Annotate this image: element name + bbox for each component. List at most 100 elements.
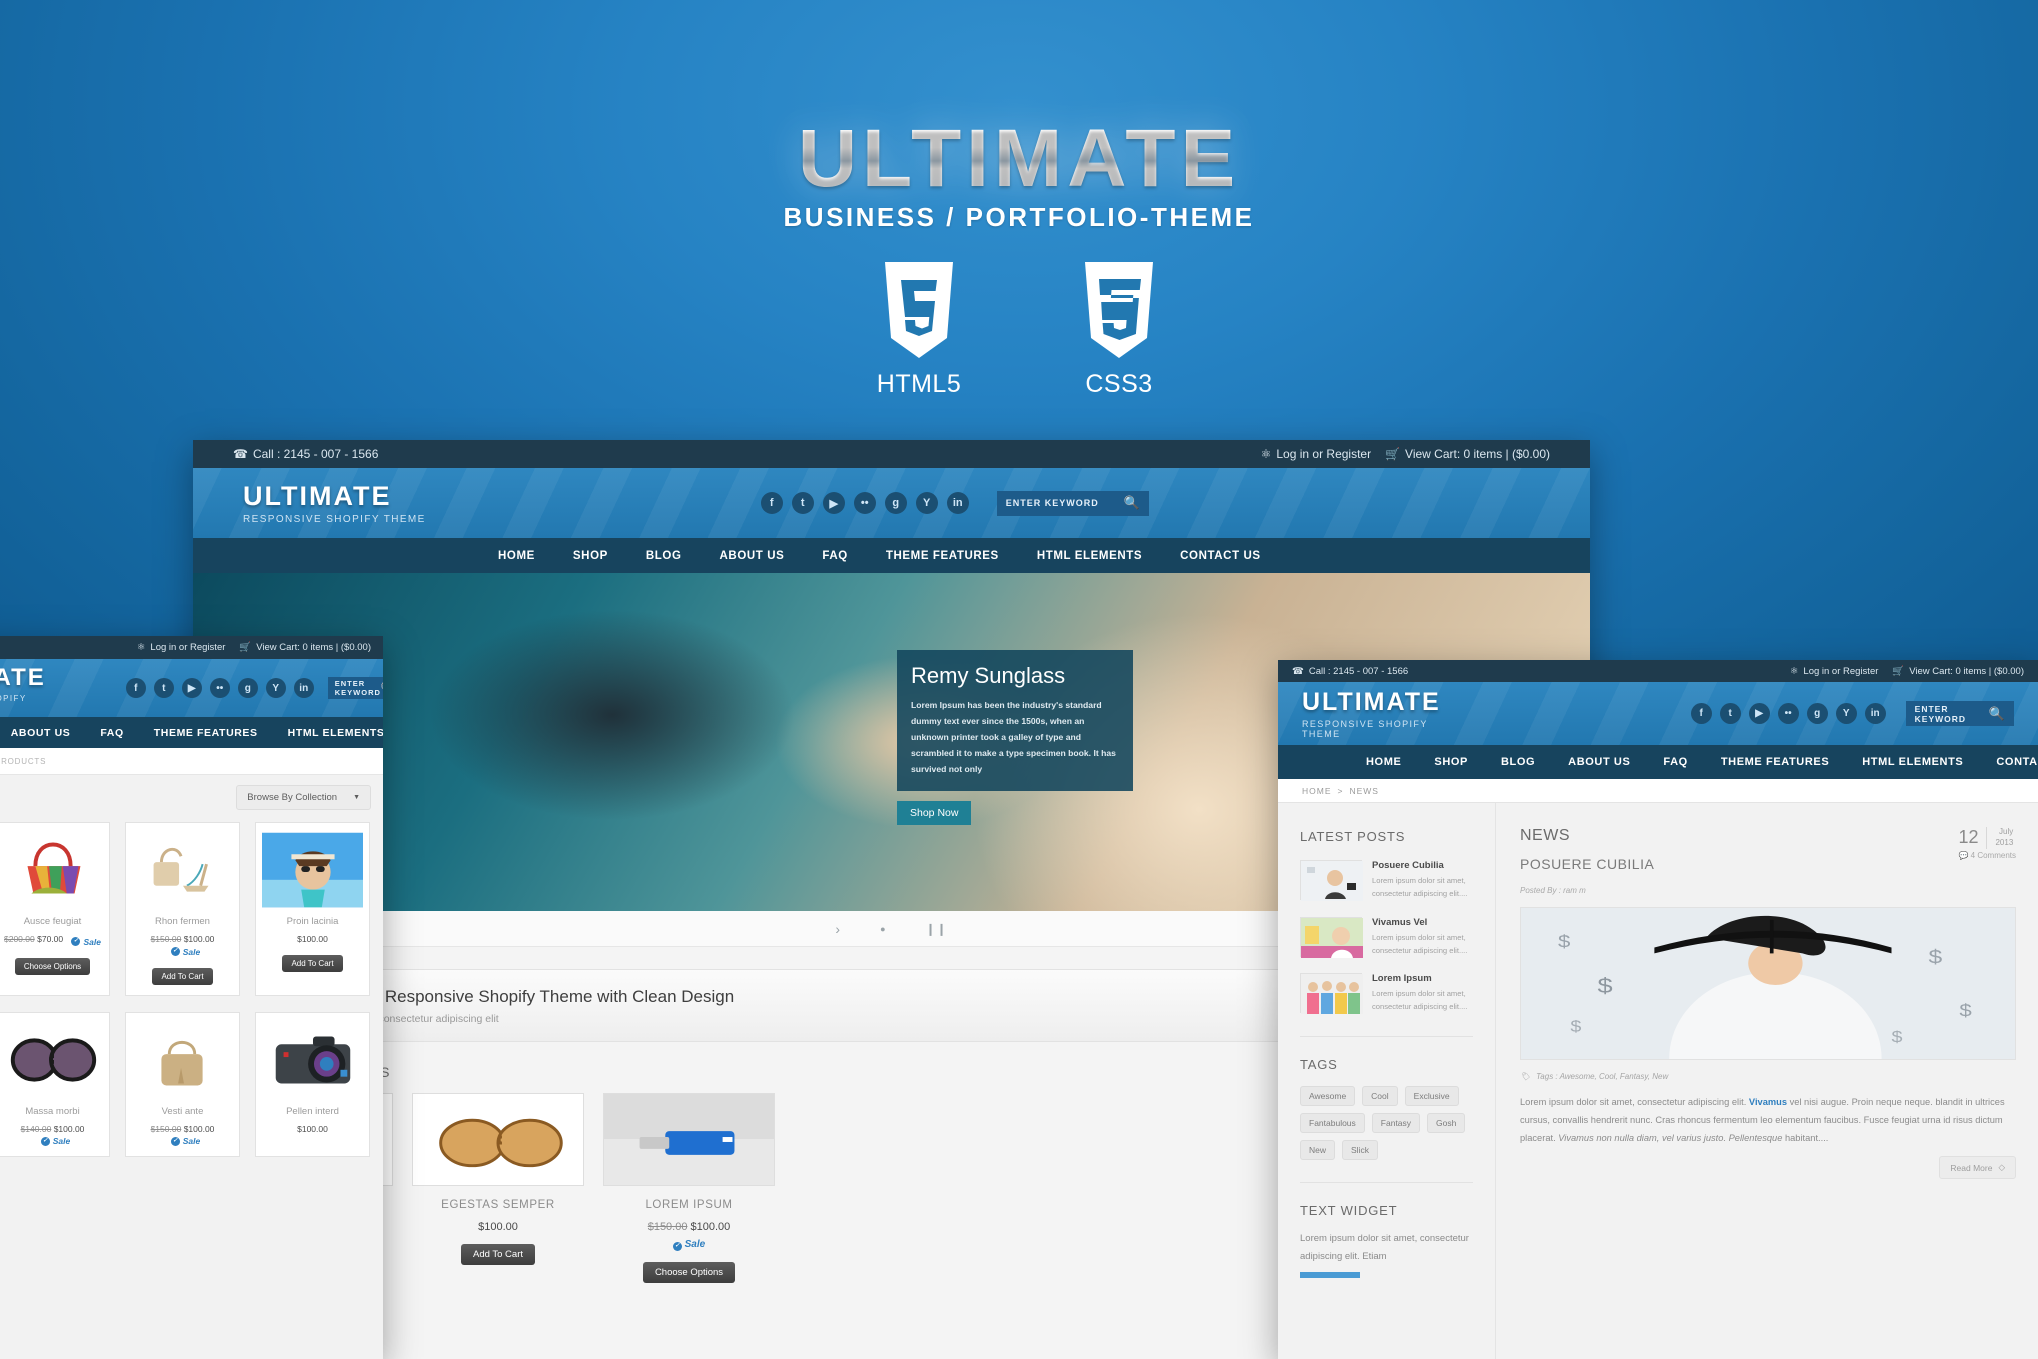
product-card[interactable]: Pellen interd $100.00 xyxy=(255,1011,370,1157)
slider-next-icon[interactable]: › xyxy=(835,921,840,937)
cart-label: View Cart: 0 items | ($0.00) xyxy=(1405,447,1550,461)
facebook-icon[interactable]: f xyxy=(760,492,783,514)
login-link[interactable]: ⚛ Log in or Register xyxy=(1790,666,1879,677)
list-item[interactable]: Vivamus Vel Lorem ipsum dolor sit amet, … xyxy=(1300,916,1473,958)
twitter-icon[interactable]: t xyxy=(153,678,174,698)
nav-item-blog[interactable]: BLOG xyxy=(1501,756,1535,768)
twitter-icon[interactable]: t xyxy=(1719,703,1741,724)
facebook-icon[interactable]: f xyxy=(125,678,146,698)
add-to-cart-button[interactable]: Add To Cart xyxy=(461,1244,535,1265)
flickr-icon[interactable]: •• xyxy=(853,492,876,514)
nav-item-theme-features[interactable]: THEME FEATURES xyxy=(154,727,258,739)
nav-item-faq[interactable]: FAQ xyxy=(822,550,847,562)
nav-item-shop[interactable]: SHOP xyxy=(1434,756,1468,768)
yahoo-icon[interactable]: Y xyxy=(915,492,938,514)
browse-by-collection-select[interactable]: Browse By Collection ▼ xyxy=(236,785,371,810)
tech-badges: HTML5 CSS3 xyxy=(0,262,2038,399)
search-input[interactable]: ENTER KEYWORD 🔍 xyxy=(327,677,383,699)
product-card[interactable]: Massa morbi $140.00 $100.00 ✓ Sale xyxy=(0,1011,110,1157)
site-logo[interactable]: ULTIMATE RESPONSIVE SHOPIFY THEME xyxy=(243,481,426,525)
flickr-icon[interactable]: •• xyxy=(209,678,230,698)
nav-item-contact-us[interactable]: CONTACT US xyxy=(1180,550,1261,562)
choose-options-button[interactable]: Choose Options xyxy=(14,957,91,975)
linkedin-icon[interactable]: in xyxy=(946,492,969,514)
youtube-icon[interactable]: ▶ xyxy=(181,678,202,698)
list-item[interactable]: Posuere Cubilia Lorem ipsum dolor sit am… xyxy=(1300,860,1473,901)
product-card[interactable]: Proin lacinia $100.00 Add To Cart xyxy=(255,822,370,996)
tag-chip[interactable]: Awesome xyxy=(1300,1085,1356,1106)
nav-item-theme-features[interactable]: THEME FEATURES xyxy=(886,550,999,562)
product-card[interactable]: LOREM IPSUM $150.00 $100.00 ✓ Sale Choos… xyxy=(603,1093,775,1283)
read-more-button[interactable]: Read More ◇ xyxy=(1939,1156,2016,1180)
site-logo[interactable]: ULTIMATE RESPONSIVE SHOPIFY THEME xyxy=(0,664,46,712)
add-to-cart-button[interactable]: Add To Cart xyxy=(152,967,213,985)
list-item[interactable]: Lorem Ipsum Lorem ipsum dolor sit amet, … xyxy=(1300,973,1473,1015)
search-icon[interactable]: 🔍 xyxy=(1989,706,2005,722)
logo-subtitle: RESPONSIVE SHOPIFY THEME xyxy=(243,514,426,525)
facebook-icon[interactable]: f xyxy=(1690,703,1712,724)
nav-item-shop[interactable]: SHOP xyxy=(573,550,608,562)
slider-dot-icon[interactable]: ● xyxy=(880,924,885,934)
nav-item-html-elements[interactable]: HTML ELEMENTS xyxy=(1862,756,1963,768)
breadcrumb-home[interactable]: HOME xyxy=(1302,786,1332,796)
product-card[interactable]: Ausce feugiat $200.00 $70.00 ✓ Sale Choos… xyxy=(0,822,110,996)
nav-item-about-us[interactable]: ABOUT US xyxy=(1568,756,1630,768)
nav-item-about-us[interactable]: ABOUT US xyxy=(11,727,71,739)
nav-item-faq[interactable]: FAQ xyxy=(1663,756,1687,768)
google-plus-icon[interactable]: g xyxy=(237,678,258,698)
cart-link[interactable]: 🛒 View Cart: 0 items | ($0.00) xyxy=(1385,447,1550,461)
twitter-icon[interactable]: t xyxy=(791,492,814,514)
nav-item-faq[interactable]: FAQ xyxy=(100,727,123,739)
linkedin-icon[interactable]: in xyxy=(1864,703,1886,724)
login-label: Log in or Register xyxy=(1276,447,1372,461)
yahoo-icon[interactable]: Y xyxy=(265,678,286,698)
tag-chip[interactable]: New xyxy=(1300,1139,1336,1160)
tag-chip[interactable]: Cool xyxy=(1362,1085,1398,1106)
search-icon[interactable]: 🔍 xyxy=(381,681,383,695)
choose-options-button[interactable]: Choose Options xyxy=(642,1262,736,1283)
site-logo[interactable]: ULTIMATE RESPONSIVE SHOPIFY THEME xyxy=(1302,688,1441,739)
nav-item-html-elements[interactable]: HTML ELEMENTS xyxy=(288,727,383,739)
phone-text: Call : 2145 - 007 - 1566 xyxy=(1308,665,1409,677)
youtube-icon[interactable]: ▶ xyxy=(822,492,845,514)
product-image xyxy=(412,1093,584,1186)
tag-chip[interactable]: Exclusive xyxy=(1404,1085,1459,1106)
search-input[interactable]: ENTER KEYWORD 🔍 xyxy=(996,490,1149,516)
product-price: $100.00 xyxy=(478,1221,518,1233)
login-link[interactable]: ⚛ Log in or Register xyxy=(137,642,226,653)
comments-count[interactable]: 💬 4 Comments xyxy=(1958,851,2016,860)
nav-item-blog[interactable]: BLOG xyxy=(646,550,682,562)
search-icon[interactable]: 🔍 xyxy=(1124,495,1140,511)
search-input[interactable]: ENTER KEYWORD 🔍 xyxy=(1905,701,2014,726)
shop-now-button[interactable]: Shop Now xyxy=(897,801,972,825)
nav-item-home[interactable]: HOME xyxy=(498,550,535,562)
nav-item-html-elements[interactable]: HTML ELEMENTS xyxy=(1037,550,1142,562)
product-card[interactable]: Rhon fermen $150.00 $100.00 ✓ Sale Add To… xyxy=(125,822,240,996)
flickr-icon[interactable]: •• xyxy=(1777,703,1799,724)
yahoo-icon[interactable]: Y xyxy=(1835,703,1857,724)
tag-chip[interactable]: Gosh xyxy=(1427,1112,1466,1133)
tag-chip[interactable]: Fantabulous xyxy=(1300,1112,1365,1133)
product-card[interactable]: Vesti ante $150.00 $100.00 ✓ Sale xyxy=(125,1011,240,1157)
html5-icon xyxy=(881,262,957,358)
post-title: Posuere Cubilia xyxy=(1372,860,1444,871)
youtube-icon[interactable]: ▶ xyxy=(1748,703,1770,724)
login-link[interactable]: ⚛ Log in or Register xyxy=(1261,447,1371,461)
tag-chip[interactable]: Fantasy xyxy=(1371,1112,1421,1133)
cart-link[interactable]: 🛒 View Cart: 0 items | ($0.00) xyxy=(1892,666,2024,677)
linkedin-icon[interactable]: in xyxy=(293,678,314,698)
google-plus-icon[interactable]: g xyxy=(884,492,907,514)
nav-item-theme-features[interactable]: THEME FEATURES xyxy=(1721,756,1829,768)
google-plus-icon[interactable]: g xyxy=(1806,703,1828,724)
add-to-cart-button[interactable]: Add To Cart xyxy=(282,955,343,972)
tags-title: TAGS xyxy=(1300,1056,1338,1072)
nav-item-about-us[interactable]: ABOUT US xyxy=(720,550,785,562)
nav-item-contact-us[interactable]: CONTACT US xyxy=(1996,756,2038,768)
product-new-price: $70.00 xyxy=(37,934,64,944)
nav-item-home[interactable]: HOME xyxy=(1366,756,1401,768)
tag-chip[interactable]: Slick xyxy=(1342,1139,1378,1160)
cart-link[interactable]: 🛒 View Cart: 0 items | ($0.00) xyxy=(239,642,371,653)
slider-pause-icon[interactable]: ❙❙ xyxy=(926,922,948,936)
product-card[interactable]: EGESTAS SEMPER $100.00 Add To Cart xyxy=(412,1093,584,1283)
product-image xyxy=(2,1022,103,1098)
